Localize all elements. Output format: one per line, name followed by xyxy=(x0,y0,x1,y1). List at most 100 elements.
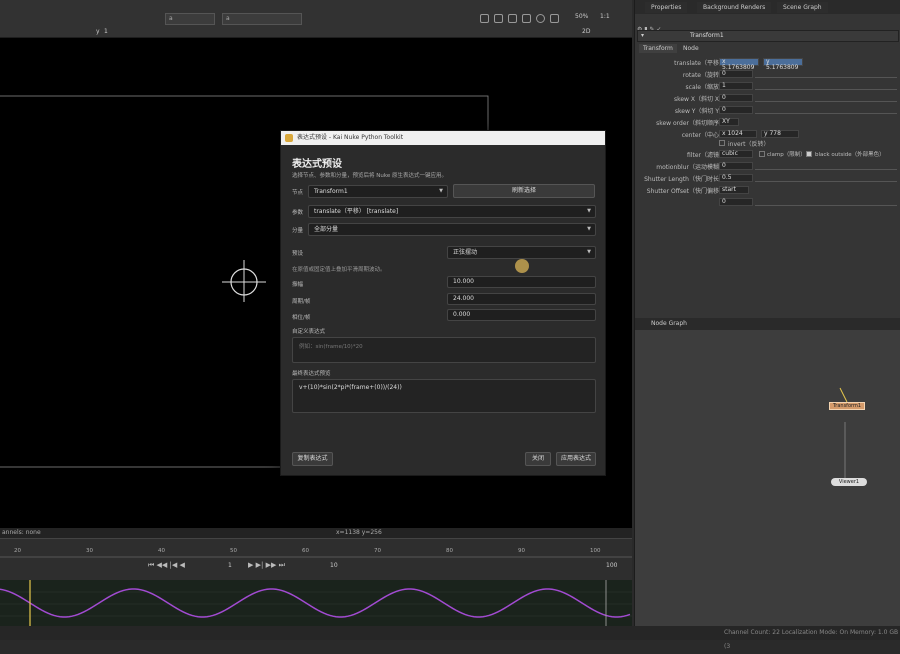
scale-field[interactable]: 1 xyxy=(719,82,753,90)
timeline-tick-label: 30 xyxy=(86,548,93,554)
amplitude-spinbox[interactable]: 10.000 xyxy=(447,276,596,288)
refresh-selection-button[interactable]: 刷新选择 xyxy=(453,184,595,198)
tab-node[interactable]: Node xyxy=(679,44,703,53)
sine-curve xyxy=(0,580,632,626)
skew-y-slider[interactable] xyxy=(755,108,897,114)
phase-spinbox[interactable]: 0.000 xyxy=(447,309,596,321)
viewer1-node[interactable]: Viewer1 xyxy=(831,478,867,486)
knob-skew-x: skew X（斜切 X） 0 xyxy=(635,92,900,103)
invert-checkbox[interactable] xyxy=(719,140,725,146)
skew-y-field[interactable]: 0 xyxy=(719,106,753,114)
skew-x-slider[interactable] xyxy=(755,96,897,102)
close-button[interactable]: 关闭 xyxy=(525,452,551,466)
knob-scale: scale（缩放） 1 xyxy=(635,80,900,91)
copy-expression-button[interactable]: 复制表达式 xyxy=(292,452,333,466)
translate-y-field[interactable]: y 5.1763809 xyxy=(763,58,803,71)
channel-a-select[interactable]: a xyxy=(165,13,215,25)
center-y-field[interactable]: y 778 xyxy=(761,130,799,138)
knob-translate: translate（平移） x 5.1763809 y 5.1763809 xyxy=(635,56,900,71)
shutter-custom-slider[interactable] xyxy=(755,200,897,206)
dialog-window-title: 表达式预设 - Kai Nuke Python Toolkit xyxy=(297,134,404,141)
knob-filter: filter（滤镜） cubic clamp（限制） black outside… xyxy=(635,148,900,159)
shutter-length-field[interactable]: 0.5 xyxy=(719,174,753,182)
param-select[interactable]: translate（平移） [translate] ▼ xyxy=(308,205,596,218)
timeline-tick-label: 80 xyxy=(446,548,453,554)
grid-icon[interactable] xyxy=(494,14,503,23)
shutter-offset-select[interactable]: start xyxy=(719,186,749,194)
skew-order-select[interactable]: XY xyxy=(719,118,739,126)
node-name-field[interactable]: Transform1 xyxy=(690,32,724,39)
expression-preview[interactable]: v+(10)*sin(2*pi*(frame+(0))/(24)) xyxy=(292,379,596,413)
scale-slider[interactable] xyxy=(755,84,897,90)
tab-background-renders[interactable]: Background Renders xyxy=(697,2,772,13)
skew-x-field[interactable]: 0 xyxy=(719,94,753,102)
playback-controls[interactable]: ▶ ▶| ▶▶ ⏭ ⏮ ◀◀ |◀ ◀ xyxy=(148,561,318,571)
knob-label: Shutter Offset（快门偏移） xyxy=(646,188,725,195)
node-graph-tab[interactable]: Node Graph xyxy=(651,320,687,327)
black-outside-checkbox[interactable] xyxy=(806,151,812,157)
end-frame-field[interactable]: 100 xyxy=(606,562,617,569)
apply-expression-button[interactable]: 应用表达式 xyxy=(556,452,596,466)
y-value[interactable]: 1 xyxy=(104,28,108,35)
tab-properties[interactable]: Properties xyxy=(645,2,688,13)
motionblur-slider[interactable] xyxy=(755,164,897,170)
knob-skew-order: skew order（斜切顺序） XY xyxy=(635,116,900,127)
channel-b-select[interactable]: a xyxy=(222,13,302,25)
translate-x-field[interactable]: x 5.1763809 xyxy=(719,58,759,71)
custom-expression-input[interactable]: 例如：sin(frame/10)*20 xyxy=(292,337,596,363)
knob-shutter-custom: 0 xyxy=(635,196,900,206)
invert-label: invert（反转） xyxy=(728,141,770,148)
tab-scene-graph[interactable]: Scene Graph xyxy=(777,2,828,13)
preset-select[interactable]: 正弦摆动 ▼ xyxy=(447,246,596,259)
play-button[interactable]: ▶ ▶| ▶▶ ⏭ xyxy=(248,561,285,570)
amplitude-label: 振幅 xyxy=(292,282,304,288)
motionblur-field[interactable]: 0 xyxy=(719,162,753,170)
increment-field[interactable]: 10 xyxy=(330,562,338,569)
knob-shutter-offset: Shutter Offset（快门偏移） start xyxy=(635,184,900,195)
timeline-tick-label: 90 xyxy=(518,548,525,554)
rotate-field[interactable]: 0 xyxy=(719,70,753,78)
phase-label: 相位/帧 xyxy=(292,315,311,321)
view-mode[interactable]: 2D xyxy=(582,28,590,35)
timeline[interactable]: 20 30 40 50 60 70 80 90 100 1 10 100 ▶ ▶| ▶▶ ⏭ ⏮… xyxy=(0,538,632,580)
curve-editor[interactable] xyxy=(0,580,632,626)
knob-rotate: rotate（旋转） 0 xyxy=(635,68,900,79)
play-backward-button[interactable]: ⏮ ◀◀ |◀ ◀ xyxy=(148,561,185,570)
chevron-down-icon: ▼ xyxy=(587,208,591,214)
dialog-subtitle: 选择节点、参数和分量，预览后将 Nuke 原生表达式一键应用。 xyxy=(292,173,447,179)
properties-toolbar: ⚙ ▮ ✎ ✓ xyxy=(637,16,899,33)
knob-center: center（中心） x 1024 y 778 xyxy=(635,128,900,139)
preset-description: 在原值或固定值上叠加平滑周期波动。 xyxy=(292,267,386,273)
guides-icon[interactable] xyxy=(508,14,517,23)
mask-icon[interactable] xyxy=(522,14,531,23)
rotate-slider[interactable] xyxy=(755,72,897,78)
tab-transform[interactable]: Transform xyxy=(639,44,677,53)
shutter-slider[interactable] xyxy=(755,176,897,182)
properties-panel: Properties Background Renders Scene Grap… xyxy=(634,0,900,318)
transform1-node[interactable]: Transform1 xyxy=(829,402,865,410)
knob-invert: invert（反转） xyxy=(635,138,900,148)
transform-handle[interactable] xyxy=(222,260,266,302)
component-select[interactable]: 全部分量 ▼ xyxy=(308,223,596,236)
period-spinbox[interactable]: 24.000 xyxy=(447,293,596,305)
amplitude-value: 10.000 xyxy=(453,278,474,285)
timeline-tick-label: 50 xyxy=(230,548,237,554)
phase-value: 0.000 xyxy=(453,311,471,318)
period-label: 周期/帧 xyxy=(292,299,311,305)
node-select[interactable]: Transform1 ▼ xyxy=(308,185,448,198)
clip-icon[interactable] xyxy=(536,14,545,23)
ratio-value[interactable]: 1:1 xyxy=(600,13,610,20)
chevron-down-icon: ▼ xyxy=(587,226,591,232)
knob-label: skew X（斜切 X） xyxy=(673,96,725,103)
filter-select[interactable]: cubic xyxy=(719,150,753,158)
zoom-value[interactable]: 50% xyxy=(575,13,588,20)
node-graph-panel[interactable]: Node Graph Transform1 Viewer1 xyxy=(634,318,900,626)
roi-icon[interactable] xyxy=(480,14,489,23)
collapse-icon[interactable]: ▾ xyxy=(641,32,644,39)
y-label: y xyxy=(96,28,100,35)
shutter-custom-field[interactable]: 0 xyxy=(719,198,753,206)
proxy-icon[interactable] xyxy=(550,14,559,23)
chevron-down-icon: ▼ xyxy=(439,188,443,194)
clamp-checkbox[interactable] xyxy=(759,151,765,157)
center-x-field[interactable]: x 1024 xyxy=(719,130,757,138)
